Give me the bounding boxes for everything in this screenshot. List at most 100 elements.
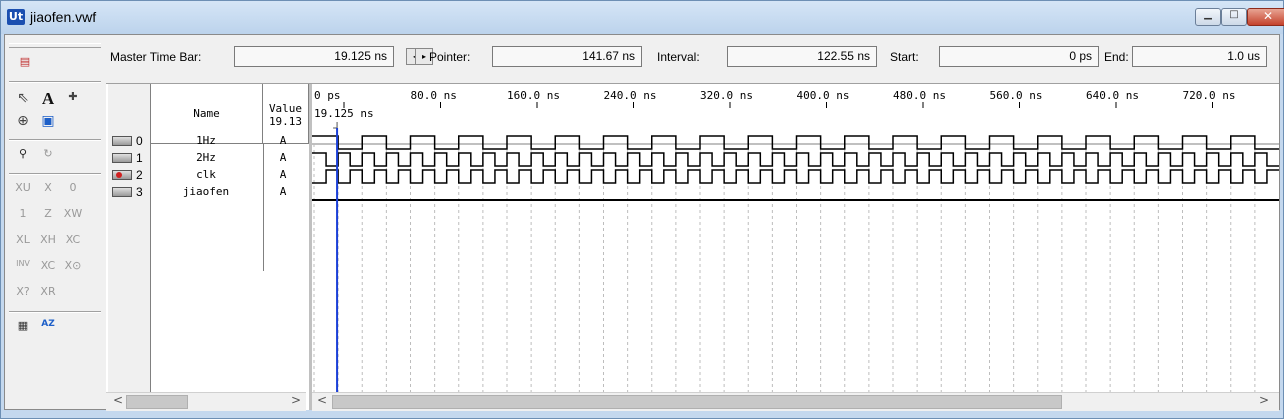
close-button[interactable]: ✕: [1247, 8, 1284, 26]
save-icon[interactable]: ▤: [15, 55, 35, 73]
time-tick-label: 240.0 ns: [604, 89, 657, 102]
time-tick-label: 80.0 ns: [411, 89, 457, 102]
maximize-button[interactable]: □: [1221, 8, 1247, 26]
signal-value: A: [279, 168, 287, 181]
fullscreen-icon[interactable]: ▣: [38, 113, 58, 131]
row-index-cell: 0: [108, 133, 151, 150]
signal-waveform: [312, 152, 1279, 167]
forcing-high-icon[interactable]: 1: [13, 207, 33, 225]
maximize-icon: □: [1229, 9, 1239, 20]
toolbox-grip[interactable]: [9, 43, 101, 48]
signal-name[interactable]: 2Hz: [152, 151, 260, 164]
node-list-hscrollbar[interactable]: < >: [106, 392, 306, 411]
waveform-editor: ▤ ⇖ A ✚ ⊕ ▣ ⚲ ↻ XU X 0 1 Z XW XL XH XC I…: [4, 34, 1280, 411]
window-title: jiaofen.vwf: [30, 9, 97, 25]
time-tick-label: 560.0 ns: [990, 89, 1043, 102]
value-header-label: Value: [268, 102, 303, 115]
dont-care-icon[interactable]: XC: [63, 233, 83, 251]
master-time-bar-field[interactable]: 19.125 ns: [234, 46, 394, 67]
snap-to-grid-icon[interactable]: ▦: [13, 319, 33, 337]
signal-row[interactable]: 0 1Hz A: [106, 133, 306, 150]
waveform-hscrollbar[interactable]: < >: [312, 392, 1279, 411]
time-bar: Master Time Bar: 19.125 ns ◂ ▸ Pointer: …: [106, 35, 1279, 83]
zoom-tool-icon[interactable]: ⊕: [13, 113, 33, 131]
end-field[interactable]: 1.0 us: [1132, 46, 1267, 67]
row-index: 1: [136, 151, 143, 165]
waveform-pane[interactable]: 0 ps 80.0 ns 160.0 ns 240.0 ns 320.0 ns 400.0…: [312, 84, 1279, 411]
time-tick-label: 720.0 ns: [1183, 89, 1236, 102]
clock-pin-icon: [112, 170, 132, 180]
end-label: End:: [1104, 50, 1129, 64]
replace-icon[interactable]: ↻: [38, 147, 58, 165]
row-index-cell: 3: [108, 184, 151, 201]
waveform-canvas[interactable]: 0 ps 80.0 ns 160.0 ns 240.0 ns 320.0 ns 400.0…: [312, 84, 1279, 410]
signal-waveform: [312, 135, 1279, 150]
time-tick-label: 400.0 ns: [797, 89, 850, 102]
high-impedance-icon[interactable]: Z: [38, 207, 58, 225]
input-pin-icon: [112, 136, 132, 146]
time-tick-label: 320.0 ns: [700, 89, 753, 102]
row-index: 2: [136, 168, 143, 182]
minimize-icon: ▁: [1204, 9, 1212, 20]
start-field[interactable]: 0 ps: [939, 46, 1099, 67]
master-time-flag: [333, 122, 338, 129]
interval-label: Interval:: [657, 50, 700, 64]
scroll-right-arrow-icon[interactable]: >: [288, 393, 304, 411]
input-pin-icon: [112, 153, 132, 163]
input-pin-icon: [112, 187, 132, 197]
scroll-left-arrow-icon[interactable]: <: [110, 393, 126, 411]
random-values-icon[interactable]: XR: [38, 285, 58, 303]
text-tool-icon[interactable]: A: [38, 89, 58, 108]
row-index: 0: [136, 134, 143, 148]
toolbox-separator: [9, 173, 101, 175]
signal-value: A: [279, 134, 287, 147]
signal-name[interactable]: clk: [152, 168, 260, 181]
overwrite-clock-icon[interactable]: X⊙: [63, 259, 83, 277]
title-bar[interactable]: Ut jiaofen.vwf ▁ □ ✕: [1, 1, 1284, 34]
invert-icon[interactable]: INV: [13, 259, 33, 277]
signal-name[interactable]: 1Hz: [152, 134, 260, 147]
scroll-left-arrow-icon[interactable]: <: [314, 393, 330, 411]
weak-low-icon[interactable]: XL: [13, 233, 33, 251]
find-icon[interactable]: ⚲: [13, 147, 33, 165]
scroll-thumb[interactable]: [126, 395, 188, 409]
interval-field[interactable]: 122.55 ns: [727, 46, 877, 67]
signal-value: A: [279, 151, 287, 164]
weak-high-icon[interactable]: XH: [38, 233, 58, 251]
arrow-right-icon: ▸: [421, 52, 426, 61]
uninitialized-icon[interactable]: XU: [13, 181, 33, 199]
forcing-unknown-icon[interactable]: X: [38, 181, 58, 199]
arbitrary-value-icon[interactable]: X?: [13, 285, 33, 303]
name-header-label: Name: [193, 107, 220, 120]
selection-tool-icon[interactable]: ⇖: [13, 90, 33, 108]
scroll-right-arrow-icon[interactable]: >: [1256, 393, 1272, 411]
close-icon: ✕: [1262, 9, 1274, 23]
signal-waveform: [312, 169, 1279, 184]
row-index-cell: 2: [108, 167, 151, 184]
pointer-field[interactable]: 141.67 ns: [492, 46, 642, 67]
signal-row[interactable]: 2 clk A: [106, 167, 306, 184]
node-list-pane: Name Value 19.13 0 1Hz A 1 2Hz A 2 clk A 3 jiaofen…: [106, 84, 312, 411]
sort-icon[interactable]: AZ: [38, 319, 58, 337]
quartus-app-icon: Ut: [7, 9, 25, 25]
toolbox-separator: [9, 139, 101, 141]
signal-grid: Name Value 19.13 0 1Hz A 1 2Hz A 2 clk A 3 jiaofen…: [106, 83, 1279, 411]
master-time-bar-label: Master Time Bar:: [110, 50, 202, 64]
time-tick-label: 480.0 ns: [893, 89, 946, 102]
row-index-cell: 1: [108, 150, 151, 167]
scroll-thumb[interactable]: [332, 395, 1062, 409]
row-index: 3: [136, 185, 143, 199]
signal-row[interactable]: 3 jiaofen A: [106, 184, 306, 201]
node-tool-icon[interactable]: ✚: [63, 90, 83, 108]
time-tick-label: 160.0 ns: [507, 89, 560, 102]
minimize-button[interactable]: ▁: [1195, 8, 1221, 26]
forcing-low-icon[interactable]: 0: [63, 181, 83, 199]
master-time-label: 19.125 ns: [314, 107, 374, 120]
time-tick-label: 640.0 ns: [1086, 89, 1139, 102]
weak-unknown-icon[interactable]: XW: [63, 207, 83, 225]
signal-name[interactable]: jiaofen: [152, 185, 260, 198]
start-label: Start:: [890, 50, 919, 64]
signal-row[interactable]: 1 2Hz A: [106, 150, 306, 167]
count-value-icon[interactable]: XC: [38, 259, 58, 277]
time-tick-label: 0 ps: [314, 89, 341, 102]
